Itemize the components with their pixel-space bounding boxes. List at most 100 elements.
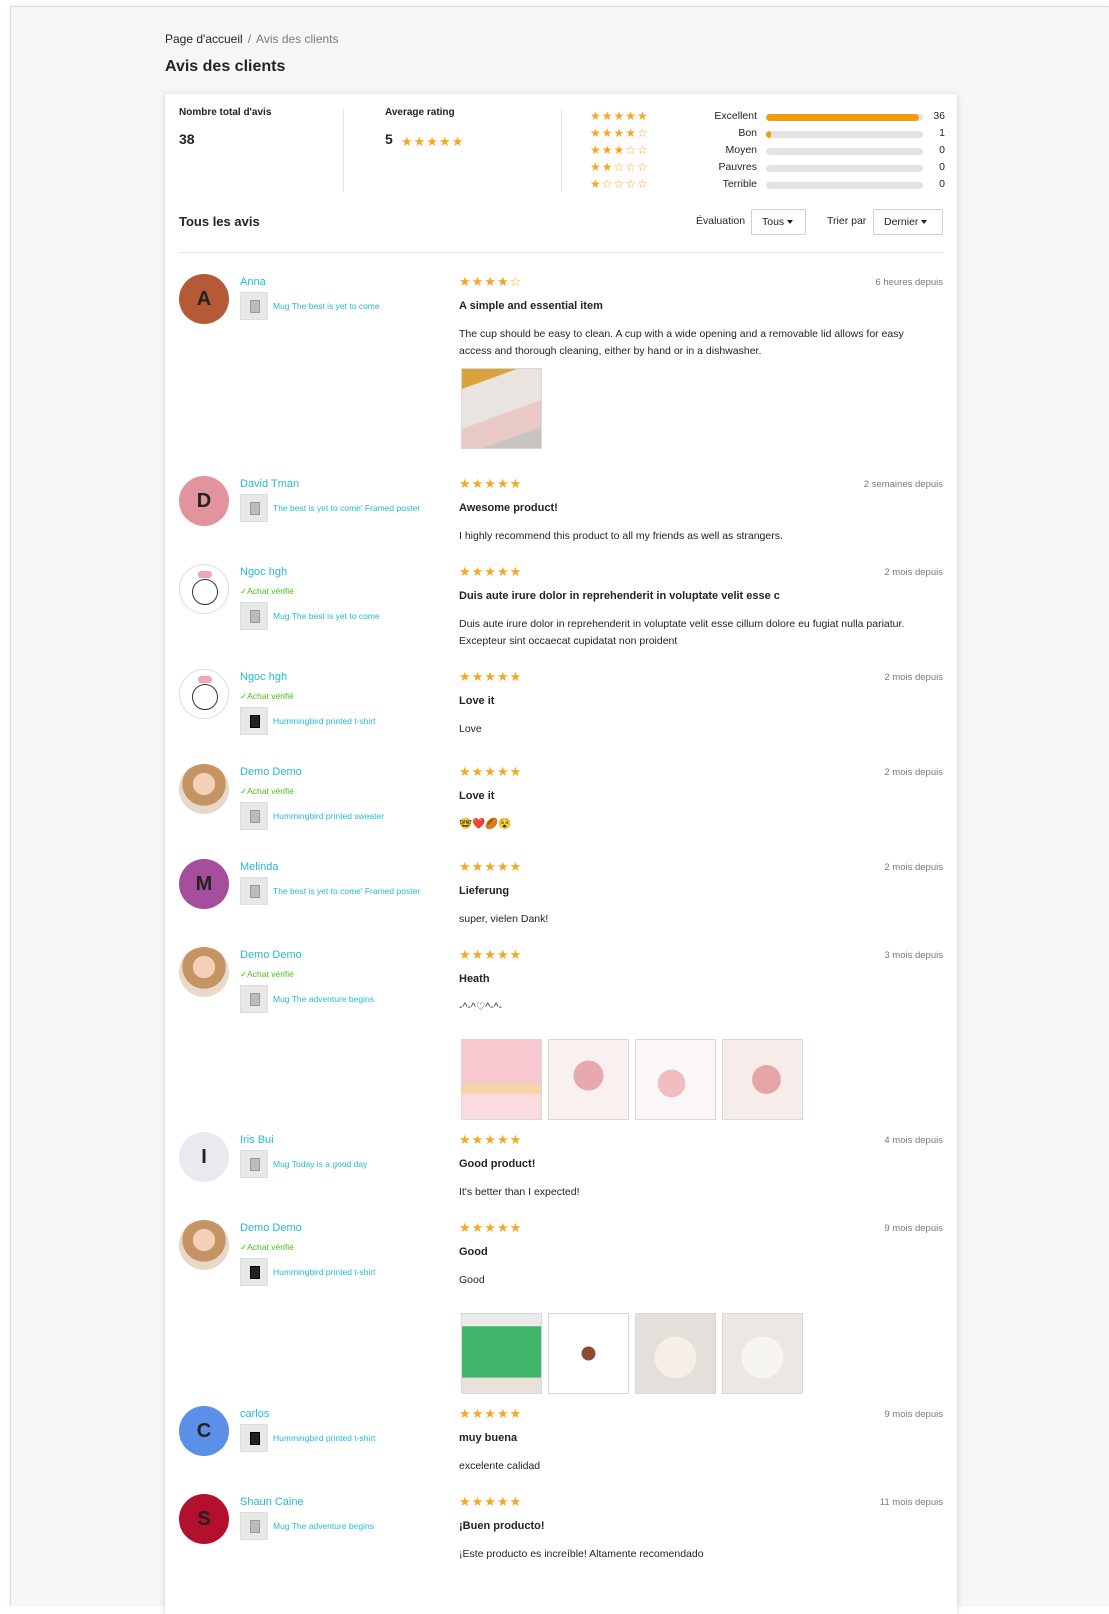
review-author-link[interactable]: Shaun Caine [240, 1496, 304, 1508]
review-body: Love [459, 723, 482, 735]
review-body: super, vielen Dank! [459, 913, 549, 925]
review-stars: ★★★★★ [459, 764, 523, 779]
review-title: Lieferung [459, 885, 510, 897]
product-thumbnail [240, 877, 268, 905]
review-photo[interactable] [722, 1039, 803, 1120]
product-thumbnail [240, 292, 268, 320]
distribution-label: Pauvres [718, 161, 757, 173]
distribution-label: Terrible [722, 178, 757, 190]
reviews-card: Nombre total d'avis 38 Average rating 5 … [165, 94, 957, 1614]
product-icon [250, 502, 260, 515]
avatar: D [179, 476, 229, 526]
review-time: 6 heures depuis [875, 277, 943, 288]
review-stars: ★★★★☆ [459, 274, 523, 289]
product-name: Hummingbird printed sweater [273, 811, 385, 821]
rating-distribution-row[interactable]: ★★☆☆☆ Pauvres 0 [590, 160, 945, 177]
review-author-link[interactable]: Demo Demo [240, 1222, 302, 1234]
review-time: 2 semaines depuis [863, 479, 943, 490]
rating-filter-dropdown[interactable]: Tous [751, 209, 806, 235]
review-author-link[interactable]: Ngoc hgh [240, 566, 287, 578]
sort-dropdown[interactable]: Dernier [873, 209, 943, 235]
breadcrumb-home-link[interactable]: Page d'accueil [165, 32, 243, 46]
review-photo[interactable] [635, 1039, 716, 1120]
review-photo[interactable] [635, 1313, 716, 1394]
review-time: 9 mois depuis [884, 1409, 943, 1420]
rating-distribution-row[interactable]: ★☆☆☆☆ Terrible 0 [590, 177, 945, 194]
review-photo[interactable] [461, 368, 542, 449]
review-body: It's better than I expected! [459, 1186, 580, 1198]
product-icon [250, 885, 260, 898]
product-thumbnail [240, 1512, 268, 1540]
review-author-link[interactable]: Iris Bui [240, 1134, 274, 1146]
review-author-link[interactable]: Melinda [240, 861, 279, 873]
product-name: Mug The best is yet to come [273, 611, 380, 621]
product-thumbnail [240, 1424, 268, 1452]
review-stars: ★★★★★ [459, 1220, 523, 1235]
total-reviews-label: Nombre total d'avis [179, 107, 272, 118]
review-author-link[interactable]: Anna [240, 276, 266, 288]
review-title: Love it [459, 790, 495, 802]
product-name: Hummingbird printed t-shirt [273, 1433, 376, 1443]
product-icon [250, 1520, 260, 1533]
product-icon [250, 1158, 260, 1171]
average-rating-stars: ★★★★★ [401, 134, 465, 149]
distribution-label: Excellent [714, 110, 757, 122]
average-rating-label: Average rating [385, 107, 455, 118]
distribution-stars: ★★☆☆☆ [590, 160, 649, 174]
review-author-link[interactable]: Demo Demo [240, 766, 302, 778]
bow-icon [198, 571, 212, 578]
rating-distribution-row[interactable]: ★★★★☆ Bon 1 [590, 126, 945, 143]
review-body: Duis aute irure dolor in reprehenderit i… [459, 618, 905, 647]
sort-label: Trier par [827, 215, 867, 227]
review-stars: ★★★★★ [459, 476, 523, 491]
review-author-link[interactable]: Demo Demo [240, 949, 302, 961]
verified-purchase-badge: ✓Achat vérifié [240, 786, 294, 796]
review-stars: ★★★★★ [459, 564, 523, 579]
product-icon [250, 300, 260, 313]
product-icon [250, 715, 260, 728]
list-divider [179, 252, 943, 253]
face-icon [192, 684, 218, 710]
distribution-bar [766, 148, 923, 155]
page-title: Avis des clients [165, 58, 286, 75]
bow-icon [198, 676, 212, 683]
product-thumbnail [240, 1150, 268, 1178]
distribution-bar [766, 131, 923, 138]
product-name: Hummingbird printed t-shirt [273, 716, 376, 726]
sort-value: Dernier [884, 216, 919, 228]
review-time: 2 mois depuis [884, 672, 943, 683]
review-title: Duis aute irure dolor in reprehenderit i… [459, 590, 780, 602]
product-name: Hummingbird printed t-shirt [273, 1267, 376, 1277]
verified-purchase-badge: ✓Achat vérifié [240, 969, 294, 979]
review-photo[interactable] [461, 1313, 542, 1394]
review-photo[interactable] [461, 1039, 542, 1120]
review-body: ¡Este producto es increíble! Altamente r… [459, 1548, 704, 1560]
product-thumbnail [240, 985, 268, 1013]
distribution-bar [766, 182, 923, 189]
review-time: 11 mois depuis [879, 1497, 943, 1508]
distribution-count: 0 [939, 144, 945, 156]
distribution-stars: ★★★★★ [590, 109, 649, 123]
avatar [179, 947, 229, 997]
distribution-bar [766, 114, 923, 121]
review-author-link[interactable]: David Tman [240, 478, 299, 490]
review-stars: ★★★★★ [459, 1494, 523, 1509]
review-photo[interactable] [548, 1039, 629, 1120]
distribution-bar-fill [766, 131, 771, 138]
review-stars: ★★★★★ [459, 947, 523, 962]
avatar [179, 1220, 229, 1270]
rating-distribution-row[interactable]: ★★★☆☆ Moyen 0 [590, 143, 945, 160]
rating-distribution-row[interactable]: ★★★★★ Excellent 36 [590, 109, 945, 126]
distribution-bar [766, 165, 923, 172]
review-title: Awesome product! [459, 502, 558, 514]
review-body: Good [459, 1274, 485, 1286]
product-thumbnail [240, 1258, 268, 1286]
review-photo[interactable] [548, 1313, 629, 1394]
review-photo[interactable] [722, 1313, 803, 1394]
product-thumbnail [240, 707, 268, 735]
review-time: 9 mois depuis [884, 1223, 943, 1234]
review-author-link[interactable]: carlos [240, 1408, 269, 1420]
review-title: Heath [459, 973, 490, 985]
review-author-link[interactable]: Ngoc hgh [240, 671, 287, 683]
review-title: muy buena [459, 1432, 518, 1444]
